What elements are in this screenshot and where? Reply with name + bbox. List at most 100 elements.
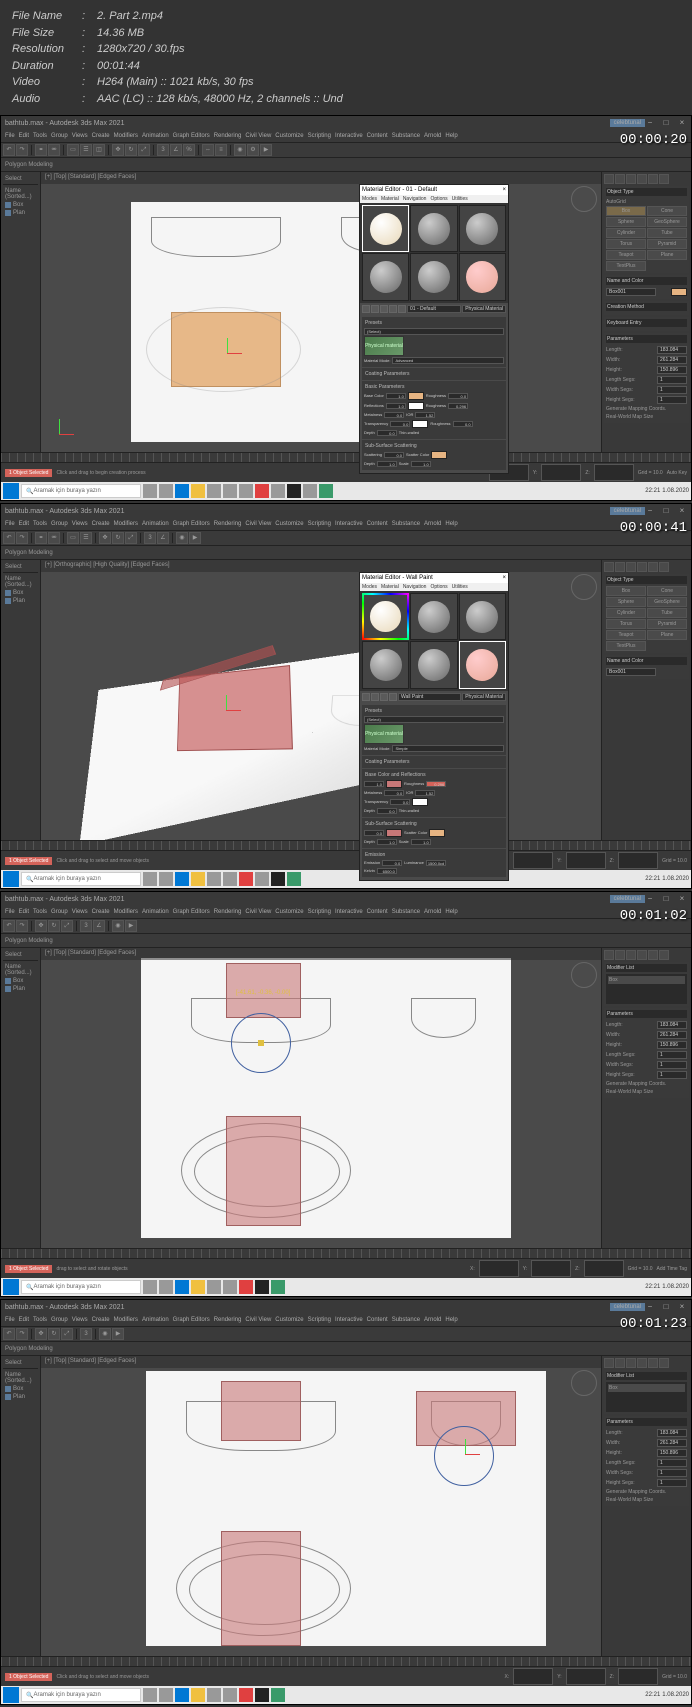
minimize-button[interactable]: − (645, 506, 655, 516)
system-tray[interactable]: 22:21 1.08.2020 (645, 488, 689, 494)
ior-value[interactable]: 1.52 (415, 412, 435, 418)
obj-plane-button[interactable]: Plane (647, 250, 687, 260)
obj-torus-button[interactable]: Torus (606, 239, 646, 249)
reflections-value[interactable]: 1.0 (386, 403, 406, 409)
viewport-label[interactable]: [+] [Top] [Standard] [Edged Faces] (41, 172, 601, 184)
obj-cone-button[interactable]: Cone (647, 206, 687, 216)
material-editor-window[interactable]: Material Editor - 01 - Default × Modes M… (359, 184, 509, 474)
task-icon-edge[interactable] (175, 484, 189, 498)
start-button[interactable] (3, 871, 19, 887)
material-slot-4[interactable] (362, 641, 409, 688)
obj-box-button[interactable]: Box (606, 206, 646, 216)
menu-animation[interactable]: Animation (142, 133, 169, 139)
mat-menu-material[interactable]: Material (381, 196, 399, 202)
menu-group[interactable]: Group (51, 133, 68, 139)
tool-undo[interactable]: ↶ (3, 144, 15, 156)
move-gizmo[interactable] (211, 695, 241, 725)
tool-snap[interactable]: 3 (157, 144, 169, 156)
refl-swatch[interactable] (408, 402, 424, 410)
width-field[interactable] (657, 356, 687, 364)
task-icon-6[interactable] (255, 484, 269, 498)
autokey-button[interactable]: Auto Key (667, 470, 687, 476)
menu-customize[interactable]: Customize (275, 133, 303, 139)
real-world-checkbox[interactable]: Real-World Map Size (606, 414, 653, 420)
object-name-field[interactable] (606, 288, 656, 296)
menu-grapheditors[interactable]: Graph Editors (173, 133, 210, 139)
viewport-label[interactable]: [+] [Orthographic] [High Quality] [Edged… (41, 560, 601, 572)
menu-substance[interactable]: Substance (392, 133, 420, 139)
task-icon-8[interactable] (287, 484, 301, 498)
viewport[interactable]: [+] [Top] [Standard] [Edged Faces] [-41.… (41, 948, 601, 1248)
menu-scripting[interactable]: Scripting (308, 133, 331, 139)
z-coord-field[interactable] (594, 464, 634, 481)
tool-scale[interactable]: ⤢ (138, 144, 150, 156)
taskbar-search[interactable]: 🔍 Aramak için buraya yazın (21, 484, 141, 498)
object-color-swatch[interactable] (671, 288, 687, 296)
task-icon-5[interactable] (239, 484, 253, 498)
timeline[interactable] (1, 1656, 691, 1666)
create-tab[interactable] (604, 174, 614, 184)
material-slot-5[interactable] (410, 253, 457, 300)
mat-tool-get[interactable] (362, 305, 370, 313)
tool-material-editor[interactable]: ◉ (234, 144, 246, 156)
mat-tool-reset[interactable] (389, 305, 397, 313)
taskbar-search[interactable]: 🔍 Aramak için buraya yazın (21, 872, 141, 886)
scene-item-box[interactable]: Box (5, 201, 36, 209)
tool-angle-snap[interactable]: ∠ (170, 144, 182, 156)
tool-select-region[interactable]: ◫ (93, 144, 105, 156)
metalness-value[interactable]: 0.0 (384, 412, 404, 418)
mat-menu-navigation[interactable]: Navigation (403, 196, 427, 202)
material-type-button[interactable]: Physical Material (462, 305, 506, 313)
task-icon-3[interactable] (207, 484, 221, 498)
material-slot-5[interactable] (410, 641, 457, 688)
menu-edit[interactable]: Edit (19, 133, 29, 139)
tool-select[interactable]: ▭ (67, 144, 79, 156)
obj-cylinder-button[interactable]: Cylinder (606, 228, 646, 238)
material-editor-window[interactable]: Material Editor - Wall Paint× ModesMater… (359, 572, 509, 881)
menu-modifiers[interactable]: Modifiers (114, 133, 138, 139)
mat-tool-put[interactable] (371, 305, 379, 313)
hierarchy-tab[interactable] (626, 174, 636, 184)
task-icon-3dsmax[interactable] (319, 484, 333, 498)
autogrid-checkbox[interactable]: AutoGrid (606, 199, 626, 205)
obj-sphere-button[interactable]: Sphere (606, 217, 646, 227)
maximize-button[interactable]: □ (661, 506, 671, 516)
preset-dropdown[interactable]: (Select) (364, 328, 504, 335)
menu-views[interactable]: Views (72, 133, 88, 139)
menu-create[interactable]: Create (92, 133, 110, 139)
viewport[interactable]: [+] [Top] [Standard] [Edged Faces] (41, 172, 601, 452)
modifier-stack[interactable]: Box (606, 974, 687, 1004)
material-slot-1[interactable] (362, 593, 409, 640)
minimize-button[interactable]: − (645, 118, 655, 128)
tool-render-setup[interactable]: ⚙ (247, 144, 259, 156)
scene-item-box[interactable]: Box (5, 589, 36, 597)
tool-redo[interactable]: ↷ (16, 144, 28, 156)
mat-tool-copy[interactable] (398, 305, 406, 313)
refl-roughness-value[interactable]: 0.296 (448, 403, 468, 409)
ribbon-tab[interactable]: Polygon Modeling (5, 162, 53, 168)
menu-rendering[interactable]: Rendering (214, 133, 242, 139)
task-icon-2[interactable] (159, 484, 173, 498)
box-3d[interactable] (171, 670, 291, 750)
rotate-circle[interactable] (434, 1426, 494, 1486)
viewcube-icon[interactable] (571, 574, 597, 600)
viewcube-icon[interactable] (571, 186, 597, 212)
obj-pyramid-button[interactable]: Pyramid (647, 239, 687, 249)
basecolor-swatch[interactable] (408, 392, 424, 400)
display-tab[interactable] (648, 174, 658, 184)
tool-mirror[interactable]: ⇔ (202, 144, 214, 156)
box-geometry-2[interactable] (226, 1116, 301, 1226)
task-icon-1[interactable] (143, 484, 157, 498)
timeline[interactable] (1, 840, 691, 850)
mat-menu-utilities[interactable]: Utilities (452, 196, 468, 202)
material-slot-3[interactable] (459, 593, 506, 640)
close-button[interactable]: × (677, 506, 687, 516)
mat-menu-modes[interactable]: Modes (362, 196, 377, 202)
obj-geosphere-button[interactable]: GeoSphere (647, 217, 687, 227)
scene-item-plan[interactable]: Plan (5, 209, 36, 217)
modifier-box[interactable]: Box (608, 976, 685, 984)
roughness-value[interactable]: 0.0 (448, 393, 468, 399)
menu-interactive[interactable]: Interactive (335, 133, 363, 139)
box-3[interactable] (221, 1531, 301, 1646)
modifier-list-header[interactable]: Modifier List (606, 964, 687, 972)
